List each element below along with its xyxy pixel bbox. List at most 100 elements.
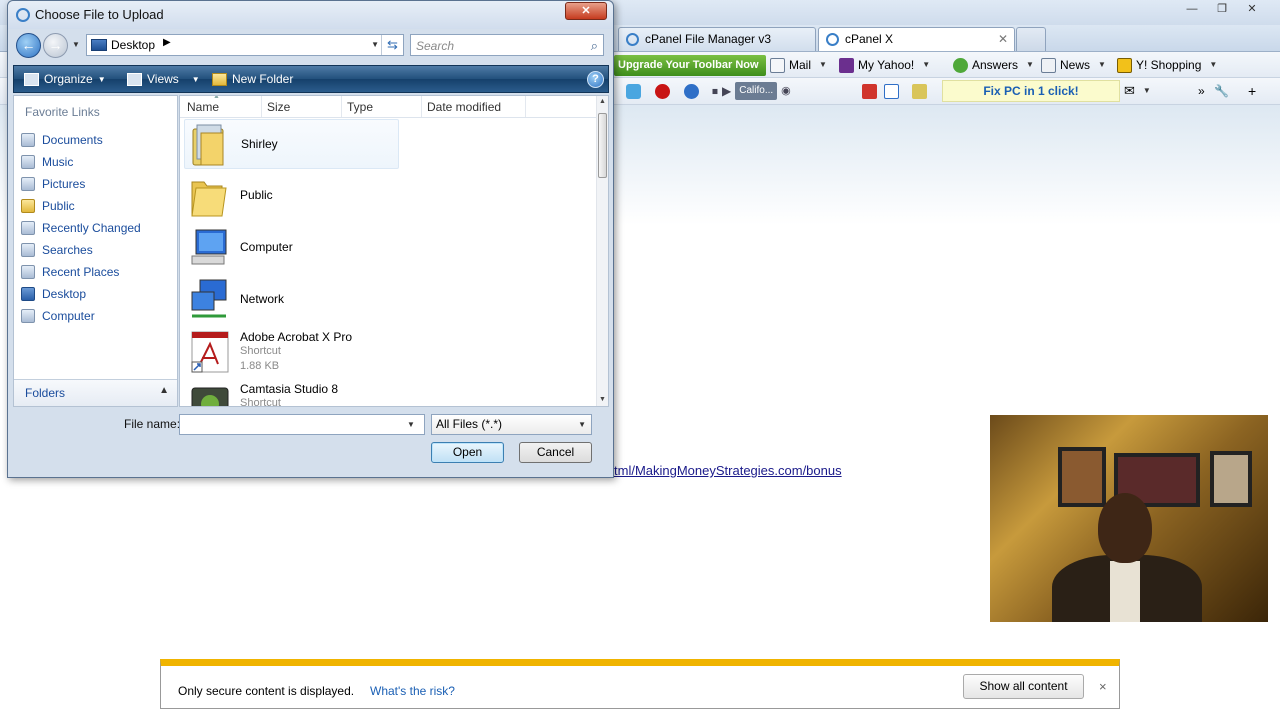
refresh-icon[interactable]: ⇆ [381, 35, 403, 55]
column-header-date-modified[interactable]: Date modified [427, 100, 501, 114]
cancel-button[interactable]: Cancel [519, 442, 592, 463]
answers-icon [953, 57, 968, 73]
favorite-link-pictures[interactable]: Pictures [21, 173, 141, 195]
wrench-icon[interactable]: 🔧 [1214, 82, 1229, 100]
desktop-icon [91, 39, 107, 51]
dialog-titlebar[interactable]: Choose File to Upload ✕ [8, 1, 613, 29]
ie-icon [626, 33, 639, 46]
search-box[interactable]: Search ⌕ [410, 34, 604, 56]
breadcrumb-arrow-icon[interactable]: ▶ [163, 37, 171, 48]
radio-station-label[interactable]: Califo... [735, 82, 778, 100]
file-name-input[interactable] [179, 414, 425, 435]
minimize-button[interactable]: — [1180, 3, 1204, 17]
file-type-select[interactable]: All Files (*.*) ▼ [431, 414, 592, 435]
search-input[interactable]: Search [416, 39, 454, 53]
help-icon[interactable]: ? [587, 71, 604, 88]
choose-file-dialog: Choose File to Upload ✕ ← → ▼ Desktop ▶ … [7, 0, 614, 478]
pictures-icon [21, 177, 35, 191]
vertical-scrollbar[interactable]: ▲ ▼ [596, 96, 608, 406]
more-icon[interactable]: » [1198, 82, 1205, 100]
favorite-link-public[interactable]: Public [21, 195, 141, 217]
close-button[interactable]: ✕ [1240, 3, 1264, 17]
favorite-link-searches[interactable]: Searches [21, 239, 141, 261]
favorite-link-desktop[interactable]: Desktop [21, 283, 141, 305]
favorite-link-computer[interactable]: Computer [21, 305, 141, 327]
toolbar-answers[interactable]: Answers ▼ [953, 56, 1034, 74]
list-item-shirley[interactable]: Shirley [184, 119, 399, 169]
recent-pages-dropdown[interactable]: ▼ [72, 40, 80, 49]
tab-cpanel-x[interactable]: cPanel X ✕ [818, 27, 1015, 51]
whats-the-risk-link[interactable]: What's the risk? [370, 684, 455, 698]
tab-cpanel-file-manager[interactable]: cPanel File Manager v3 [618, 27, 816, 51]
scroll-down-icon[interactable]: ▼ [599, 396, 606, 403]
new-folder-button[interactable]: New Folder [212, 72, 293, 86]
open-button[interactable]: Open [431, 442, 504, 463]
bonus-link[interactable]: tml/MakingMoneyStrategies.com/bonus [614, 463, 842, 478]
views-button[interactable]: Views ▼ [127, 72, 200, 86]
chevron-down-icon[interactable]: ▼ [371, 40, 379, 49]
chevron-down-icon[interactable]: ▼ [407, 420, 415, 429]
forward-button[interactable]: → [43, 33, 68, 58]
volume-icon[interactable]: ◉ [781, 82, 791, 100]
dialog-footer: File name: ▼ All Files (*.*) ▼ Open Canc… [8, 409, 613, 477]
toolbar-news[interactable]: News ▼ [1041, 56, 1106, 74]
twitter-icon[interactable] [626, 82, 641, 100]
list-item-adobe-acrobat[interactable]: Adobe Acrobat X Pro Shortcut 1.88 KB [184, 327, 399, 377]
column-header-size[interactable]: Size [267, 100, 290, 114]
new-tab-button[interactable] [1016, 27, 1046, 51]
folder-icon [191, 181, 227, 217]
show-all-content-button[interactable]: Show all content [963, 674, 1084, 699]
organize-button[interactable]: Organize ▼ [24, 72, 106, 86]
toolbar-shopping[interactable]: Y! Shopping ▼ [1117, 56, 1217, 74]
list-item-camtasia[interactable]: Camtasia Studio 8 Shortcut [184, 379, 399, 406]
record-icon[interactable] [655, 82, 670, 100]
ie-icon [826, 33, 839, 46]
favorite-link-documents[interactable]: Documents [21, 129, 141, 151]
email-icon[interactable]: ✉ ▼ [1124, 82, 1151, 100]
chevron-down-icon[interactable]: ▼ [1209, 56, 1217, 74]
fix-pc-button[interactable]: Fix PC in 1 click! [942, 80, 1120, 102]
maximize-button[interactable]: ❐ [1210, 3, 1234, 17]
chevron-down-icon[interactable]: ▼ [819, 56, 827, 74]
upgrade-toolbar-button[interactable]: Upgrade Your Toolbar Now [614, 55, 766, 76]
media-player[interactable]: ⏹ ▶ Califo... ◉ [712, 82, 791, 100]
chevron-down-icon[interactable]: ▼ [1026, 56, 1034, 74]
folders-toggle[interactable]: Folders ▲ [14, 379, 177, 406]
desktop-icon [21, 287, 35, 301]
list-item-public[interactable]: Public [184, 171, 399, 221]
list-item-network[interactable]: Network [184, 275, 399, 325]
chevron-down-icon[interactable]: ▼ [922, 56, 930, 74]
column-header-type[interactable]: Type [347, 100, 373, 114]
searches-icon [21, 243, 35, 257]
address-bar[interactable]: Desktop ▶ ▼ ⇆ [86, 34, 404, 56]
toolbar-my-yahoo[interactable]: My Yahoo! ▼ [839, 56, 930, 74]
favorite-link-recent-places[interactable]: Recent Places [21, 261, 141, 283]
chevron-down-icon: ▼ [191, 74, 200, 84]
add-icon[interactable]: + [1248, 82, 1256, 100]
navigation-pane: Favorite Links Documents Music Pictures … [13, 95, 178, 407]
globe-icon[interactable] [684, 82, 699, 100]
favorite-link-music[interactable]: Music [21, 151, 141, 173]
column-header-name[interactable]: Name [187, 100, 219, 114]
scrollbar-thumb[interactable] [598, 113, 607, 178]
toolbar-mail[interactable]: Mail ▼ [770, 56, 827, 74]
chat-icon[interactable] [884, 82, 899, 100]
camtasia-icon [191, 387, 229, 406]
list-item-computer[interactable]: Computer [184, 223, 399, 273]
lock-icon[interactable] [912, 82, 927, 100]
back-button[interactable]: ← [16, 33, 41, 58]
network-icon [191, 279, 227, 318]
scroll-up-icon[interactable]: ▲ [599, 98, 606, 105]
chevron-up-icon[interactable]: ▲ [159, 385, 169, 396]
search-icon[interactable]: ⌕ [591, 38, 598, 54]
address-text[interactable]: Desktop [111, 38, 155, 52]
favorite-link-recently-changed[interactable]: Recently Changed [21, 217, 141, 239]
close-icon[interactable]: × [1099, 679, 1107, 694]
tab-close-icon[interactable]: ✕ [998, 28, 1008, 51]
dialog-close-button[interactable]: ✕ [565, 2, 607, 20]
folder-icon [21, 199, 35, 213]
chevron-down-icon[interactable]: ▼ [1098, 56, 1106, 74]
gift-icon[interactable] [862, 82, 877, 100]
play-icon[interactable]: ▶ [722, 82, 731, 100]
stop-icon[interactable]: ⏹ [712, 82, 718, 100]
